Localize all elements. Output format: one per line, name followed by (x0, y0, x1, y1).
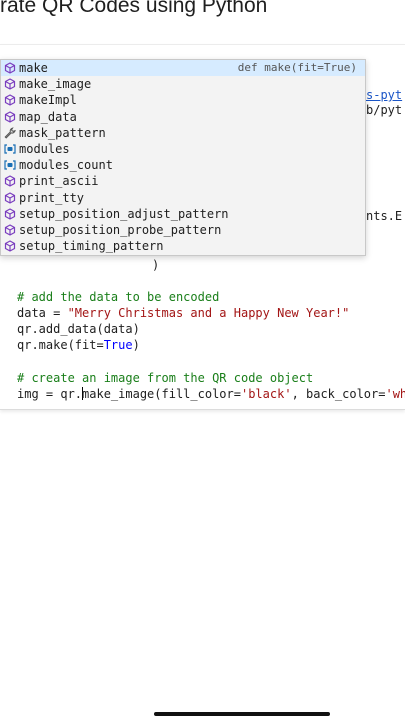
autocomplete-item[interactable]: print_ascii (1, 173, 365, 189)
autocomplete-popup[interactable]: make def make(fit=True) make_image makeImpl… (0, 59, 366, 256)
autocomplete-item[interactable]: mask_pattern (1, 125, 365, 141)
method-icon (4, 175, 16, 187)
string-literal: "Merry Christmas and a Happy New Year!" (67, 306, 350, 320)
code-text: qr.make(fit= (17, 338, 104, 352)
autocomplete-item[interactable]: make_image (1, 76, 365, 92)
constants-ref: nts.E (366, 208, 402, 224)
wrench-icon (4, 127, 16, 139)
code-text: make_image(fill_color= (82, 387, 241, 401)
code-line-make: qr.make(fit=True) (17, 337, 140, 353)
autocomplete-item-label: print_tty (19, 190, 85, 205)
autocomplete-item[interactable]: makeImpl (1, 92, 365, 108)
keyword: True (103, 338, 133, 352)
code-line-img: img = qr.make_image(fill_color='black', … (17, 386, 405, 402)
home-indicator[interactable] (154, 712, 330, 716)
autocomplete-item[interactable]: print_tty (1, 190, 365, 206)
autocomplete-item[interactable]: modules (1, 141, 365, 157)
autocomplete-item-label: mask_pattern (19, 125, 106, 140)
method-icon (4, 191, 16, 204)
method-icon (4, 62, 16, 74)
constants-ref-text: nts.E (366, 209, 403, 223)
method-icon (4, 224, 16, 236)
autocomplete-item-label: map_data (19, 109, 77, 124)
method-icon (4, 208, 16, 220)
comment-text: # add the data to be encoded (17, 290, 220, 304)
autocomplete-item-label: setup_position_probe_pattern (19, 222, 222, 237)
method-icon (4, 240, 16, 252)
code-text: data = (17, 306, 68, 320)
autocomplete-item[interactable]: map_data (1, 109, 365, 125)
package-link-text[interactable]: s-pyt (366, 88, 402, 102)
variable-icon (4, 143, 16, 155)
package-link[interactable]: s-pyt (366, 87, 402, 103)
closing-paren: ) (152, 258, 160, 272)
autocomplete-item-label: modules_count (19, 158, 113, 173)
autocomplete-item[interactable]: setup_position_adjust_pattern (1, 206, 365, 222)
variable-icon (4, 159, 16, 171)
autocomplete-item-label: print_ascii (19, 174, 99, 189)
autocomplete-item[interactable]: setup_position_probe_pattern (1, 222, 365, 238)
code-text: img = qr. (17, 387, 83, 401)
string-literal: 'wh (385, 387, 405, 401)
package-path-text: b/pyt (366, 103, 403, 117)
code-line-add-data: qr.add_data(data) (17, 322, 140, 336)
method-icon (4, 94, 16, 107)
autocomplete-item-label: setup_position_adjust_pattern (19, 206, 229, 221)
code-comment-image: # create an image from the QR code objec… (17, 370, 313, 386)
autocomplete-item-label: make_image (19, 77, 92, 92)
code-text: ) (132, 338, 140, 352)
autocomplete-item[interactable]: make def make(fit=True) (1, 60, 365, 77)
code-line-data: data = "Merry Christmas and a Happy New … (17, 305, 349, 321)
autocomplete-item[interactable]: modules_count (1, 157, 365, 173)
autocomplete-item-detail: def make(fit=True) (237, 61, 357, 74)
method-icon (4, 78, 16, 90)
page-title: rate QR Codes using Python (0, 0, 268, 17)
autocomplete-item-label: make (19, 61, 48, 75)
code-comment-add-data: # add the data to be encoded (17, 289, 219, 305)
package-path: b/pyt (366, 102, 402, 118)
comment-text: # create an image from the QR code objec… (17, 371, 314, 385)
code-text: , back_color= (291, 387, 386, 401)
string-literal: 'black' (240, 387, 292, 401)
autocomplete-item-label: makeImpl (19, 93, 77, 108)
method-icon (4, 110, 16, 123)
autocomplete-item-label: setup_timing_pattern (19, 239, 164, 254)
autocomplete-item[interactable]: setup_timing_pattern (1, 238, 365, 254)
autocomplete-item-label: modules (19, 141, 70, 156)
